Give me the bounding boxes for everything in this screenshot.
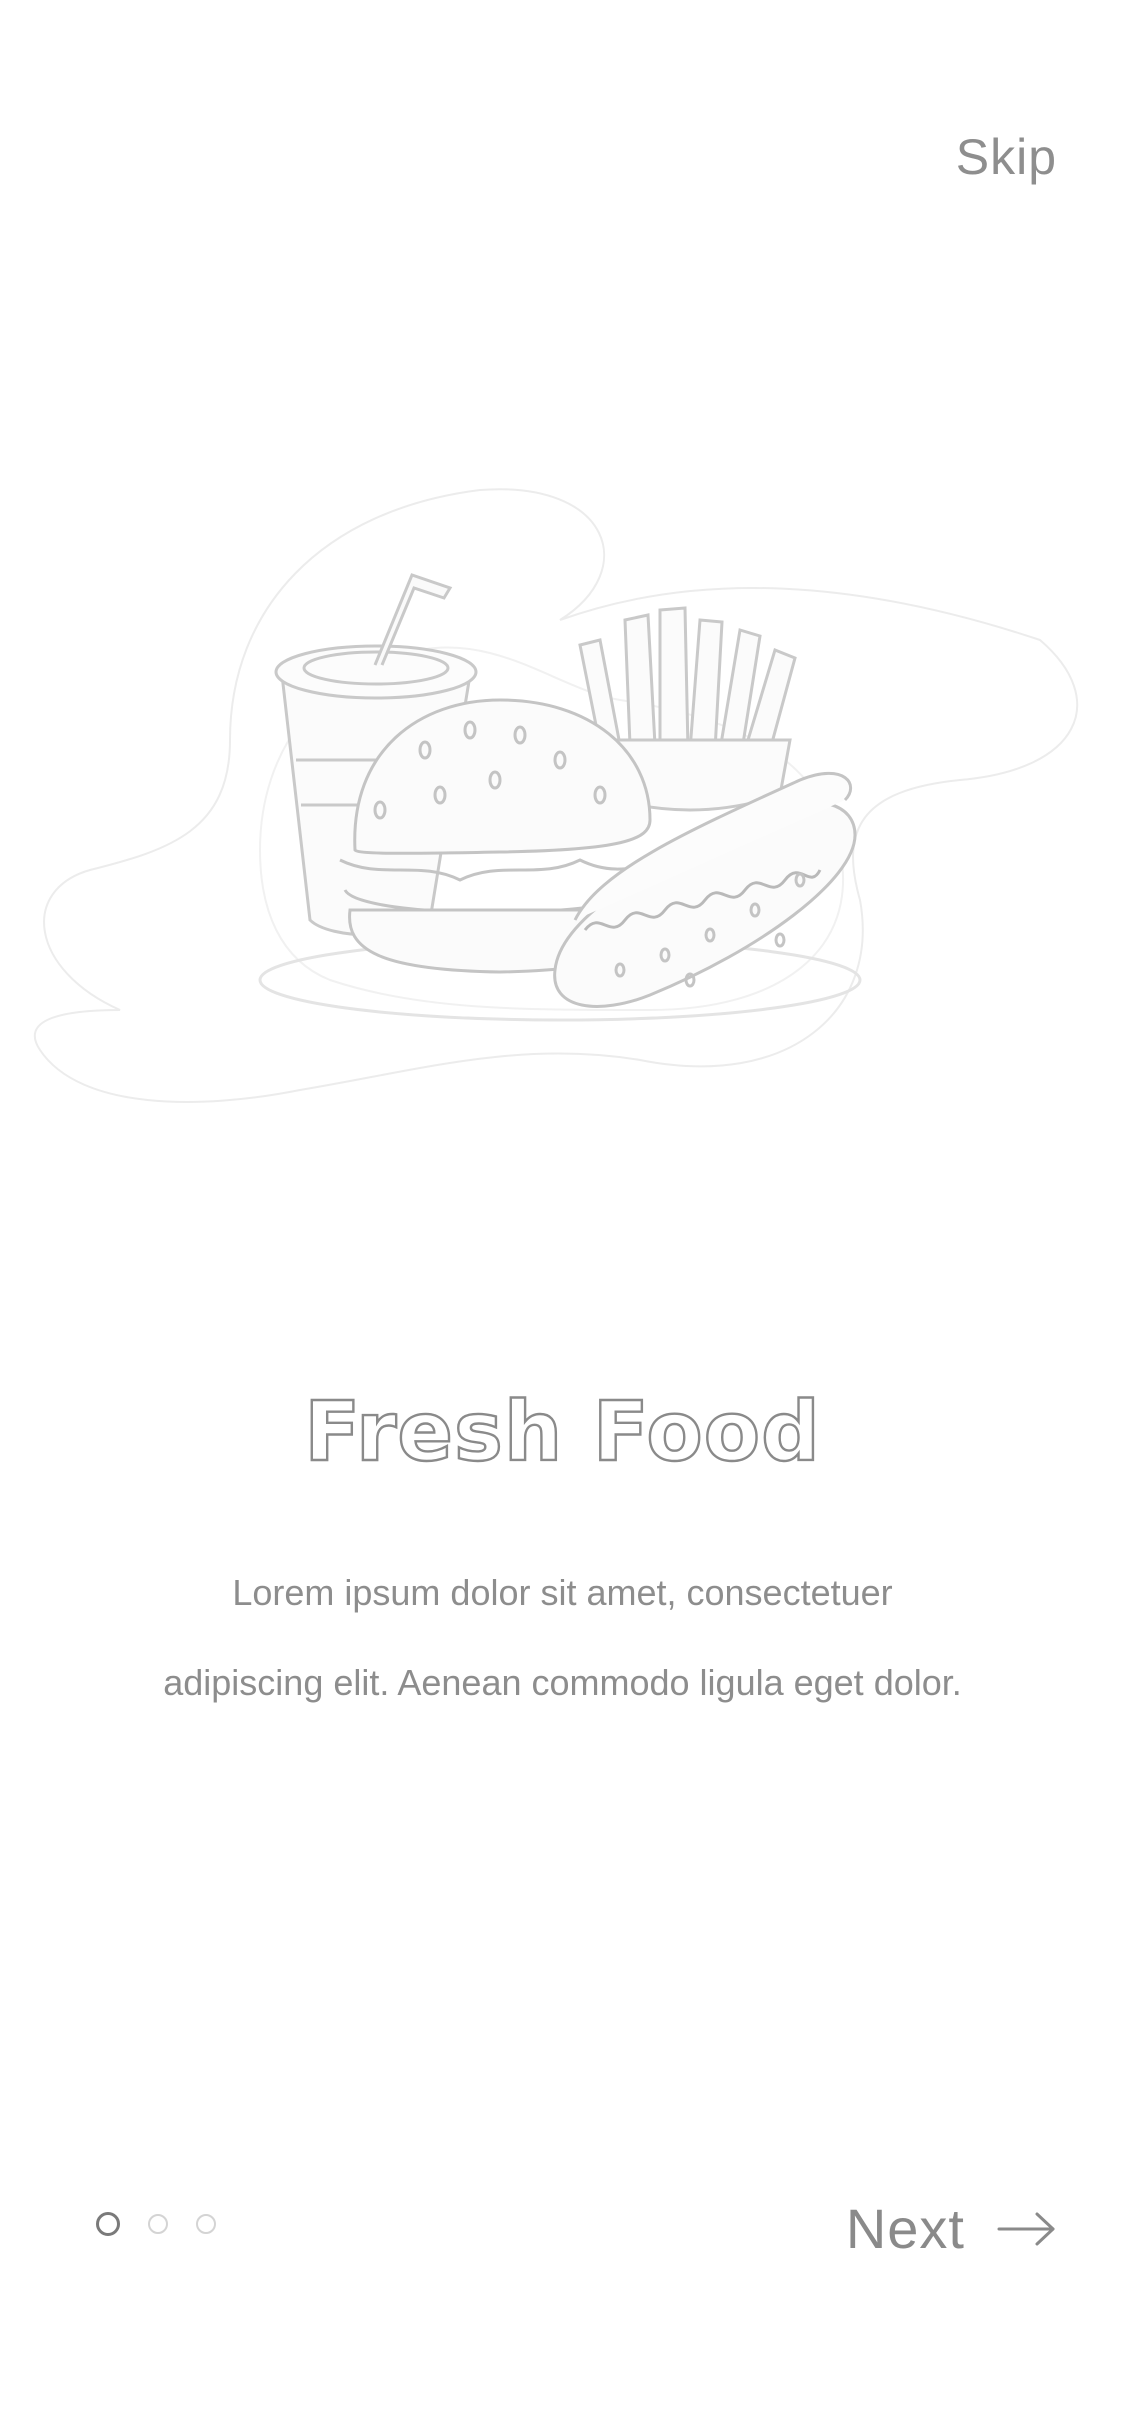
page-dot-3[interactable] (196, 2214, 216, 2234)
arrow-right-icon (997, 2212, 1055, 2245)
page-indicator (96, 2212, 216, 2236)
page-description: Lorem ipsum dolor sit amet, consectetuer… (163, 1572, 962, 1703)
fast-food-illustration (33, 488, 1079, 1103)
page-title: Fresh Food (303, 1384, 821, 1481)
next-button[interactable]: Next (846, 2196, 1057, 2261)
next-label: Next (845, 2197, 965, 2260)
page-dot-2[interactable] (148, 2214, 168, 2234)
page-dot-1[interactable] (96, 2212, 120, 2236)
skip-button[interactable]: Skip (956, 128, 1057, 186)
